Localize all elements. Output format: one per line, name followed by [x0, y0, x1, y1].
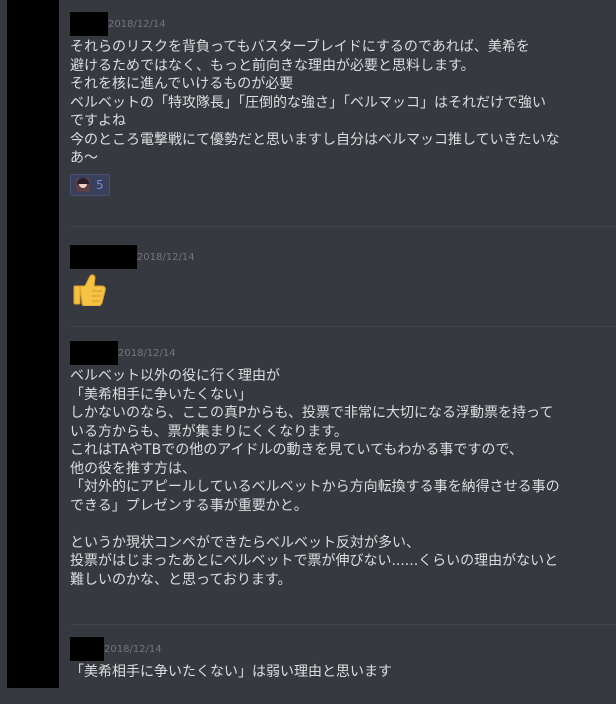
message-content: それらのリスクを背負ってもバスターブレイドにするのであれば、美希を 避けるためで…	[70, 39, 560, 166]
redacted-avatar-column	[7, 0, 59, 688]
message-header: 2018/12/14	[70, 245, 608, 271]
message-header: 2018/12/14	[70, 637, 608, 663]
reaction-count: 5	[96, 177, 104, 192]
message: 2018/12/14 それらのリスクを背負ってもバスターブレイドにするのであれば…	[70, 12, 608, 196]
redacted-username[interactable]	[70, 637, 104, 661]
redacted-username[interactable]	[70, 12, 108, 36]
message: 2018/12/14 ベルベット以外の役に行く理由が 「美希相手に争いたくない」…	[70, 341, 608, 589]
message-divider	[70, 624, 616, 625]
message-content: ベルベット以外の役に行く理由が 「美希相手に争いたくない」 しかないのなら、ここ…	[70, 368, 560, 588]
message-header: 2018/12/14	[70, 12, 608, 38]
message: 2018/12/14 「美希相手に争いたくない」は弱い理由と思います	[70, 637, 608, 682]
message-timestamp: 2018/12/14	[104, 643, 162, 655]
message-divider	[70, 326, 616, 327]
character-avatar-emoji-icon	[76, 177, 90, 192]
message-timestamp: 2018/12/14	[118, 347, 176, 359]
message-divider	[70, 226, 616, 227]
reaction-button[interactable]: 5	[70, 173, 110, 196]
redacted-username[interactable]	[70, 245, 137, 269]
message-timestamp: 2018/12/14	[137, 251, 195, 263]
message-timestamp: 2018/12/14	[108, 18, 166, 30]
thumbs-up-icon	[73, 274, 106, 306]
redacted-username[interactable]	[70, 341, 118, 365]
message: 2018/12/14	[70, 245, 608, 271]
message-header: 2018/12/14	[70, 341, 608, 367]
message-content: 「美希相手に争いたくない」は弱い理由と思います	[70, 664, 392, 680]
